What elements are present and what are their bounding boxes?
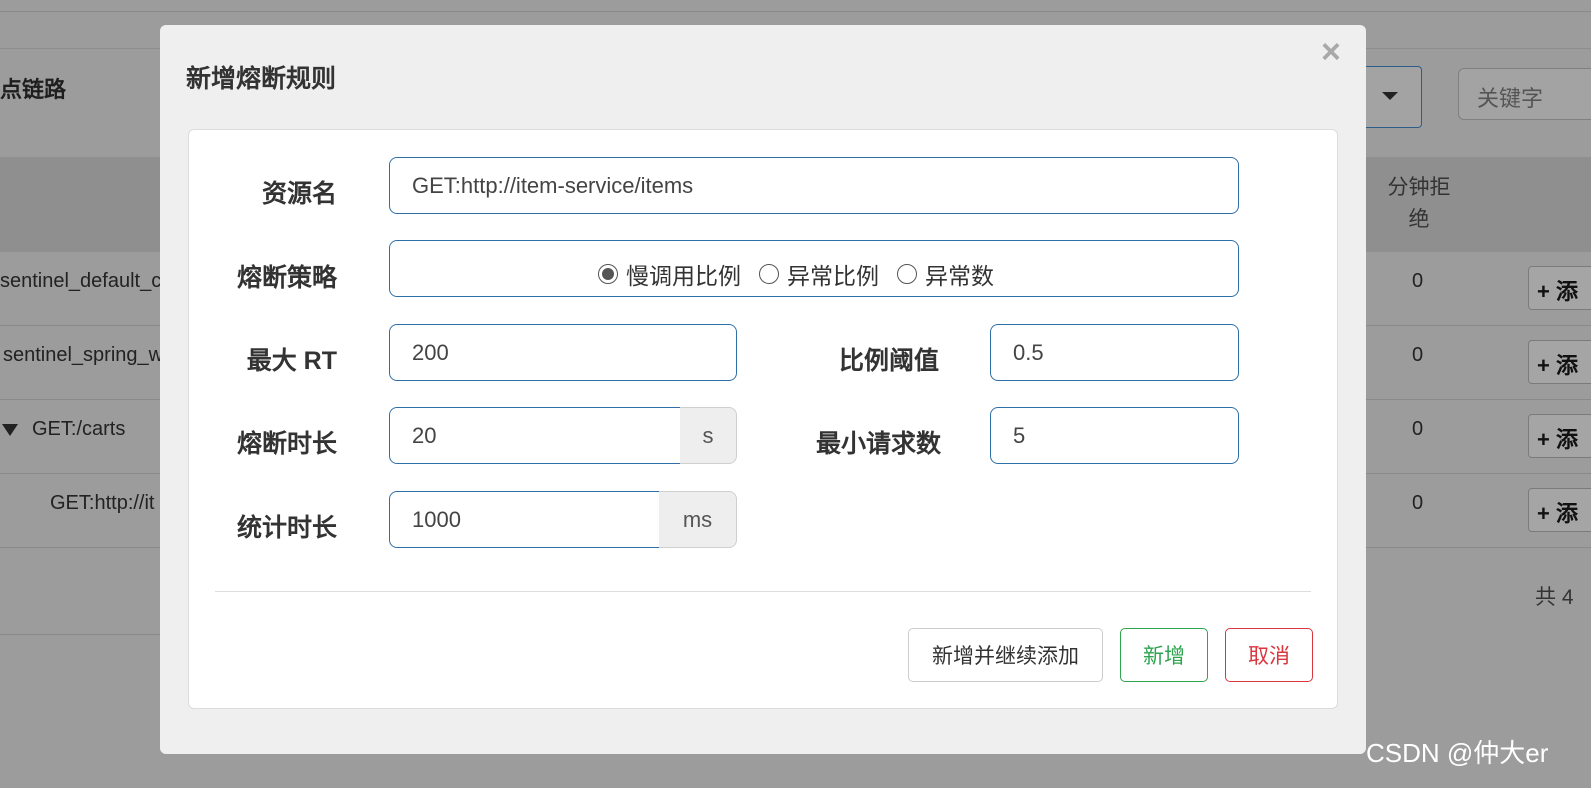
add-rule-button[interactable]: + 添 xyxy=(1528,340,1591,384)
ratio-label: 比例阈值 xyxy=(838,347,939,375)
cancel-button[interactable]: 取消 xyxy=(1225,628,1313,682)
row-resource-name[interactable]: sentinel_spring_w xyxy=(3,344,163,367)
strategy-radio-group: 慢调用比例 异常比例 异常数 xyxy=(389,240,1239,297)
resource-label: 资源名 xyxy=(261,180,337,208)
watermark: CSDN @仲大er xyxy=(1366,738,1549,768)
divider xyxy=(0,634,160,635)
duration-label: 熔断时长 xyxy=(236,430,337,458)
stat-duration-label: 统计时长 xyxy=(236,514,337,542)
max-rt-input[interactable]: 200 xyxy=(389,324,737,381)
radio-exception-count[interactable]: 异常数 xyxy=(897,257,994,291)
collapse-triangle-icon[interactable] xyxy=(2,423,18,436)
radio-unchecked-icon[interactable] xyxy=(759,264,779,284)
row-value: 0 xyxy=(1412,270,1424,292)
radio-exception-ratio[interactable]: 异常比例 xyxy=(759,257,879,291)
min-requests-input[interactable]: 5 xyxy=(990,407,1239,464)
min-requests-label: 最小请求数 xyxy=(815,430,941,458)
column-header-rejected: 分钟拒绝 xyxy=(1387,176,1451,231)
add-degrade-rule-dialog: 新增熔断规则 × 资源名 GET:http://item-service/ite… xyxy=(160,25,1366,754)
row-resource-name[interactable]: sentinel_default_c xyxy=(0,270,161,293)
row-resource-name[interactable]: GET:http://it xyxy=(50,492,154,515)
pagination-total: 共 4 xyxy=(1535,586,1574,609)
divider xyxy=(215,591,1311,592)
duration-unit: s xyxy=(680,407,737,464)
row-value: 0 xyxy=(1412,492,1424,514)
row-value: 0 xyxy=(1412,344,1424,366)
page-title: 点链路 xyxy=(0,77,67,102)
stat-duration-unit: ms xyxy=(659,491,737,548)
add-button[interactable]: 新增 xyxy=(1120,628,1208,682)
radio-unchecked-icon[interactable] xyxy=(897,264,917,284)
radio-checked-icon[interactable] xyxy=(598,264,618,284)
resource-input[interactable]: GET:http://item-service/items xyxy=(389,157,1239,214)
radio-slow-ratio[interactable]: 慢调用比例 xyxy=(598,257,741,291)
close-icon[interactable]: × xyxy=(1321,35,1341,69)
max-rt-label: 最大 RT xyxy=(246,347,337,375)
chevron-down-icon xyxy=(1382,92,1398,100)
top-bar xyxy=(0,0,1591,12)
stat-duration-input[interactable]: 1000 xyxy=(389,491,660,548)
form-panel: 资源名 GET:http://item-service/items 熔断策略 慢… xyxy=(188,129,1338,709)
add-rule-button[interactable]: + 添 xyxy=(1528,266,1591,310)
row-value: 0 xyxy=(1412,418,1424,440)
duration-input[interactable]: 20 xyxy=(389,407,681,464)
radio-label: 异常比例 xyxy=(787,263,879,289)
ratio-input[interactable]: 0.5 xyxy=(990,324,1239,381)
filter-select[interactable] xyxy=(1360,66,1422,128)
add-rule-button[interactable]: + 添 xyxy=(1528,488,1591,532)
search-input[interactable]: 关键字 xyxy=(1458,68,1591,120)
row-resource-name[interactable]: GET:/carts xyxy=(32,418,125,440)
add-and-continue-button[interactable]: 新增并继续添加 xyxy=(908,628,1103,682)
radio-label: 慢调用比例 xyxy=(626,263,741,289)
add-rule-button[interactable]: + 添 xyxy=(1528,414,1591,458)
radio-label: 异常数 xyxy=(925,263,994,289)
strategy-label: 熔断策略 xyxy=(236,264,337,292)
dialog-title: 新增熔断规则 xyxy=(186,65,337,93)
